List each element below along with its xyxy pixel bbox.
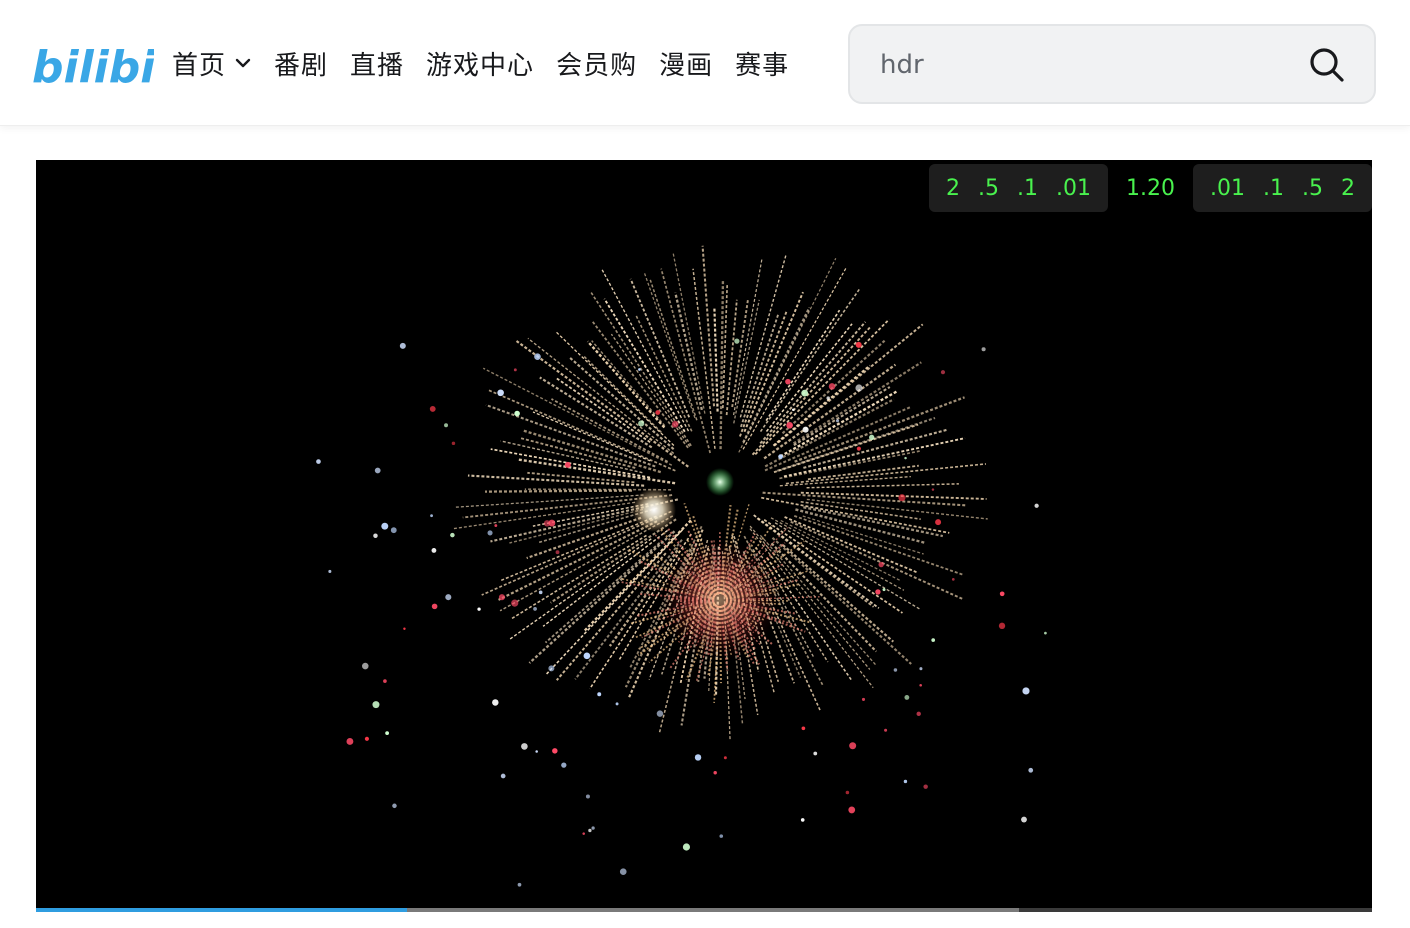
nav-item-home[interactable]: 首页 bbox=[172, 45, 252, 82]
scale-button[interactable]: 2 bbox=[1332, 176, 1364, 201]
search-box bbox=[848, 24, 1376, 104]
nav-item-label: 赛事 bbox=[735, 50, 790, 81]
video-frame-fireworks[interactable] bbox=[36, 160, 1372, 908]
nav-item-label: 漫画 bbox=[659, 50, 714, 81]
nav-item-label: 会员购 bbox=[556, 50, 638, 81]
nav-item-member-shop[interactable]: 会员购 bbox=[556, 45, 637, 82]
top-header: bilibili 首页 番剧 直播 游戏中心 会员购 漫画 赛事 bbox=[0, 0, 1410, 126]
search-input[interactable] bbox=[878, 42, 1282, 88]
video-player[interactable]: 2 .5 .1 .01 1.20 .01 .1 .5 2 bbox=[36, 160, 1372, 928]
scale-button[interactable]: .1 bbox=[1008, 176, 1047, 201]
scale-button[interactable]: 2 bbox=[937, 176, 969, 201]
scale-group-left: 2 .5 .1 .01 bbox=[929, 164, 1109, 212]
scale-value: 1.20 bbox=[1126, 175, 1175, 201]
chevron-down-icon bbox=[235, 58, 251, 68]
scale-button[interactable]: .5 bbox=[1293, 176, 1332, 201]
player-bottom-strip bbox=[36, 912, 1372, 928]
nav-item-manga[interactable]: 漫画 bbox=[659, 45, 713, 82]
nav-item-anime[interactable]: 番剧 bbox=[274, 45, 328, 82]
bilibili-logo[interactable]: bilibili bbox=[32, 32, 154, 92]
nav-item-label: 游戏中心 bbox=[426, 50, 535, 81]
main-nav: 首页 番剧 直播 游戏中心 会员购 漫画 赛事 bbox=[172, 38, 811, 88]
scale-button[interactable]: .5 bbox=[969, 176, 1008, 201]
nav-item-game-center[interactable]: 游戏中心 bbox=[426, 45, 534, 82]
nav-item-label: 首页 bbox=[172, 50, 227, 81]
nav-item-label: 番剧 bbox=[274, 50, 329, 81]
nav-item-live[interactable]: 直播 bbox=[350, 45, 404, 82]
hdr-scale-bar: 2 .5 .1 .01 1.20 .01 .1 .5 2 bbox=[929, 164, 1372, 212]
search-icon[interactable] bbox=[1308, 46, 1346, 84]
scale-button[interactable]: .01 bbox=[1201, 176, 1254, 201]
scale-button[interactable]: .01 bbox=[1047, 176, 1100, 201]
scale-button[interactable]: .1 bbox=[1254, 176, 1293, 201]
svg-text:bilibili: bilibili bbox=[32, 42, 154, 92]
nav-item-esports[interactable]: 赛事 bbox=[735, 45, 789, 82]
nav-item-label: 直播 bbox=[350, 50, 405, 81]
scale-group-right: .01 .1 .5 2 bbox=[1193, 164, 1372, 212]
